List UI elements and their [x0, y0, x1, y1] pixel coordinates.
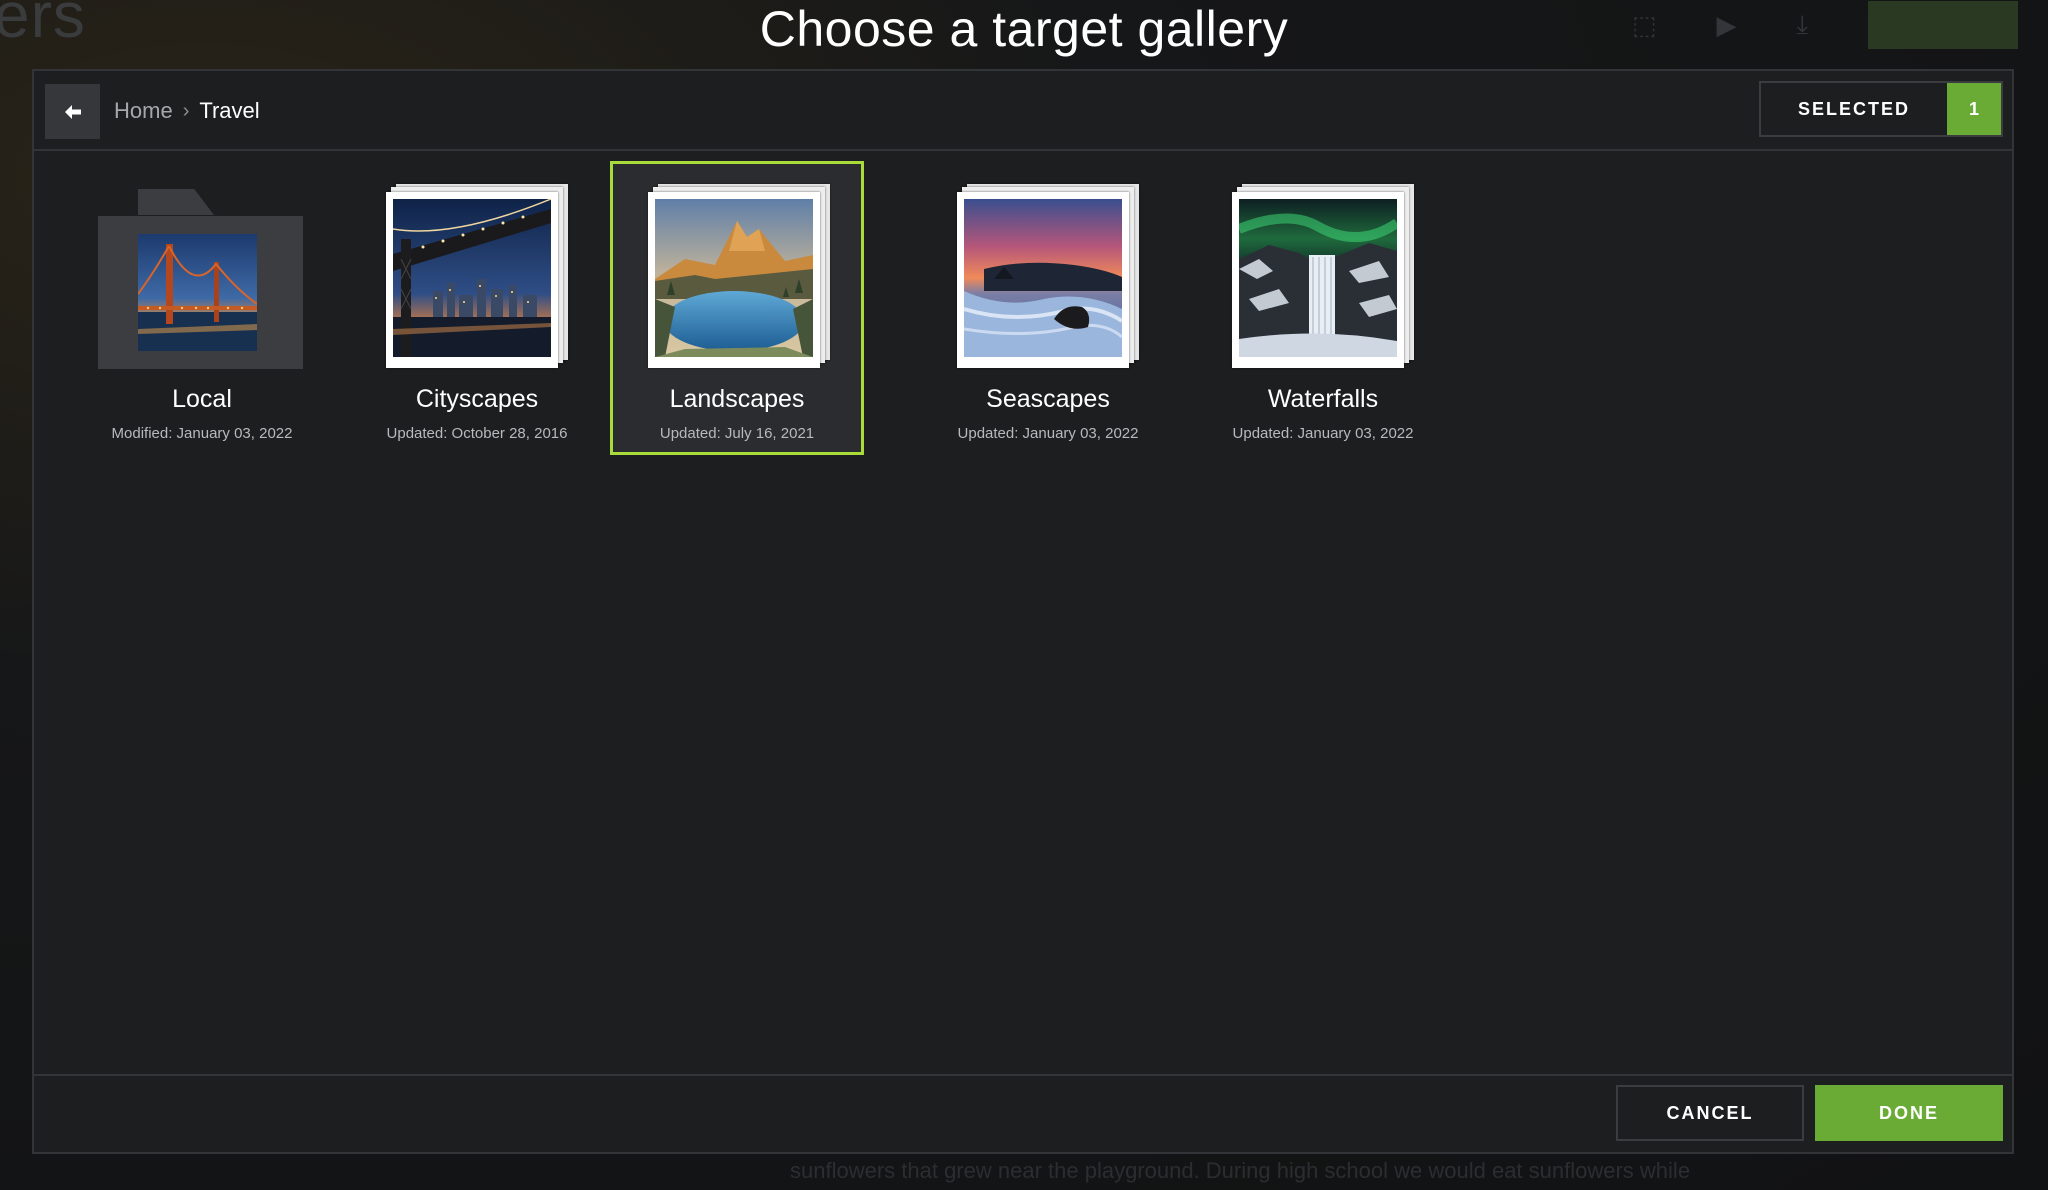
- dialog-footer: CANCEL DONE: [34, 1074, 2012, 1152]
- mountain-lake-photo-icon: [655, 199, 813, 357]
- city-bridge-photo-icon: [393, 199, 551, 357]
- gallery-tile-cityscapes[interactable]: Cityscapes Updated: October 28, 2016: [350, 161, 604, 455]
- gallery-name: Seascapes: [986, 385, 1110, 413]
- gallery-name: Waterfalls: [1267, 385, 1379, 413]
- gallery-meta: Updated: January 03, 2022: [1232, 425, 1414, 442]
- gallery-stack-icon: [648, 184, 832, 368]
- seascape-photo-icon: [964, 199, 1122, 357]
- waterfall-aurora-photo-icon: [1239, 199, 1397, 357]
- gallery-meta: Updated: January 03, 2022: [957, 425, 1139, 442]
- selected-count-badge: 1: [1947, 83, 2001, 135]
- gallery-tile-local[interactable]: Local Modified: January 03, 2022: [75, 161, 329, 455]
- gallery-meta: Modified: January 03, 2022: [111, 425, 293, 442]
- gallery-meta: Updated: July 16, 2021: [659, 425, 815, 442]
- breadcrumb-current: Travel: [199, 98, 260, 123]
- gallery-name: Local: [172, 385, 232, 413]
- folder-tab: [138, 189, 214, 215]
- bridge-photo-icon: [138, 234, 257, 351]
- breadcrumb-home[interactable]: Home: [114, 98, 173, 124]
- dialog-header: Home › Travel SELECTED 1: [34, 71, 2012, 151]
- selected-indicator[interactable]: SELECTED 1: [1759, 81, 2003, 137]
- arrow-left-icon: [64, 104, 81, 119]
- gallery-tile-seascapes[interactable]: Seascapes Updated: January 03, 2022: [921, 161, 1175, 455]
- gallery-meta: Updated: October 28, 2016: [386, 425, 568, 442]
- back-button[interactable]: [45, 84, 100, 139]
- cancel-button[interactable]: CANCEL: [1616, 1085, 1804, 1141]
- background-caption: sunflowers that grew near the playground…: [790, 1158, 1691, 1183]
- gallery-tile-waterfalls[interactable]: Waterfalls Updated: January 03, 2022: [1196, 161, 1450, 455]
- gallery-stack-icon: [957, 184, 1141, 368]
- gallery-stack-icon: [386, 184, 570, 368]
- selected-label: SELECTED: [1761, 83, 1947, 135]
- done-button[interactable]: DONE: [1815, 1085, 2003, 1141]
- dialog-title: Choose a target gallery: [759, 1, 1289, 57]
- breadcrumb: Home › Travel: [114, 91, 260, 131]
- gallery-name: Cityscapes: [415, 385, 539, 413]
- chevron-right-icon: ›: [182, 99, 190, 122]
- folder-icon: [98, 216, 303, 369]
- gallery-stack-icon: [1232, 184, 1416, 368]
- gallery-tile-landscapes[interactable]: Landscapes Updated: July 16, 2021: [610, 161, 864, 455]
- gallery-name: Landscapes: [669, 385, 805, 413]
- gallery-picker-dialog: Home › Travel SELECTED 1 Local Modified:…: [32, 69, 2014, 1154]
